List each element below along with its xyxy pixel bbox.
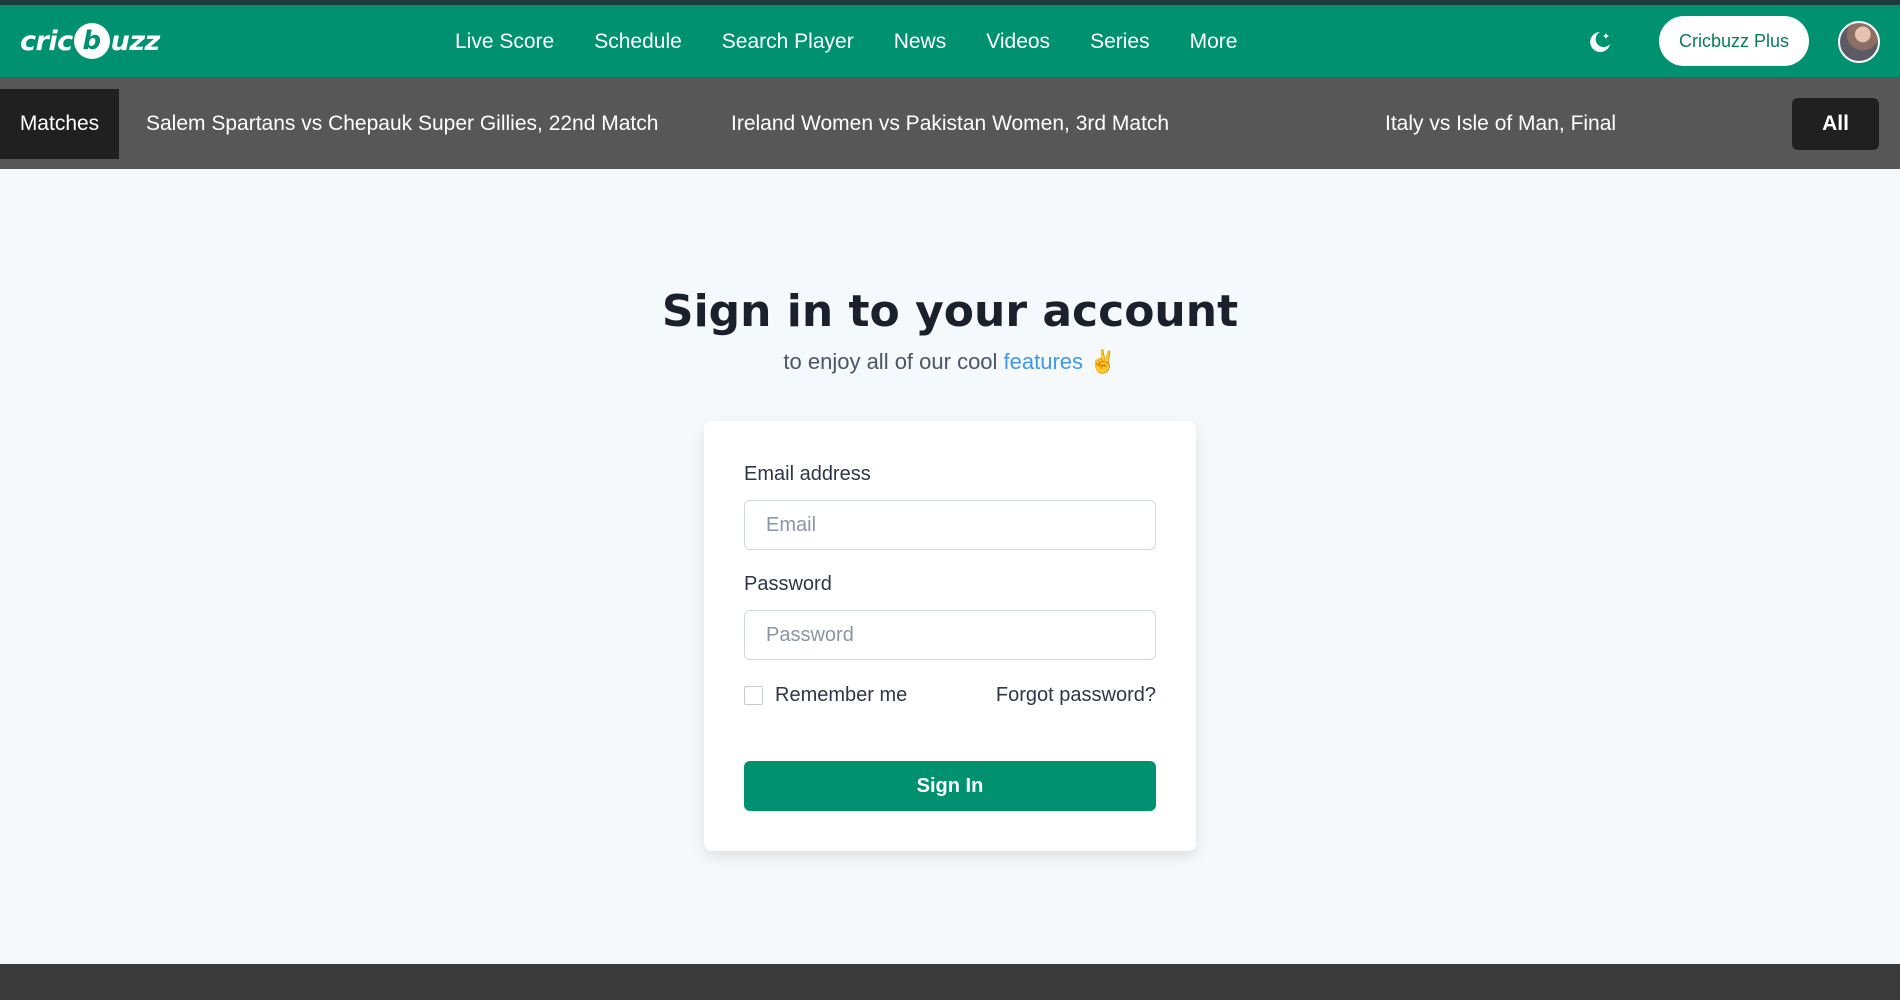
page-subtitle: to enjoy all of our cool features ✌️ bbox=[0, 349, 1900, 375]
logo-suffix: uzz bbox=[110, 25, 161, 57]
match-link[interactable]: Ireland Women vs Pakistan Women, 3rd Mat… bbox=[731, 78, 1169, 169]
password-field[interactable] bbox=[744, 610, 1156, 660]
matches-label: Matches bbox=[0, 89, 119, 159]
remember-me-label: Remember me bbox=[775, 684, 908, 706]
all-matches-button[interactable]: All bbox=[1792, 98, 1879, 150]
cricbuzz-plus-button[interactable]: Cricbuzz Plus bbox=[1659, 16, 1809, 66]
features-link[interactable]: features bbox=[1004, 349, 1084, 374]
subtitle-text: to enjoy all of our cool bbox=[783, 349, 1004, 374]
nav-videos[interactable]: Videos bbox=[986, 30, 1050, 54]
moon-icon[interactable] bbox=[1587, 29, 1613, 55]
signin-card: Email address Password Remember me Forgo… bbox=[704, 421, 1196, 851]
email-field[interactable] bbox=[744, 500, 1156, 550]
victory-hand-icon: ✌️ bbox=[1089, 349, 1117, 374]
remember-me-checkbox[interactable]: Remember me bbox=[744, 684, 907, 707]
nav-series[interactable]: Series bbox=[1090, 30, 1150, 54]
main-nav: Live Score Schedule Search Player News V… bbox=[455, 5, 1277, 78]
nav-more[interactable]: More bbox=[1190, 30, 1238, 54]
avatar[interactable] bbox=[1838, 21, 1880, 63]
nav-live-score[interactable]: Live Score bbox=[455, 30, 554, 54]
checkbox-box[interactable] bbox=[744, 686, 763, 705]
nav-news[interactable]: News bbox=[894, 30, 947, 54]
forgot-password-link[interactable]: Forgot password? bbox=[996, 684, 1156, 707]
top-navbar: cric b uzz Live Score Schedule Search Pl… bbox=[0, 5, 1900, 78]
logo-ball: b bbox=[73, 23, 110, 59]
logo-prefix: cric bbox=[20, 25, 73, 57]
email-label: Email address bbox=[744, 463, 871, 485]
nav-search-player[interactable]: Search Player bbox=[722, 30, 854, 54]
page-title: Sign in to your account bbox=[661, 286, 1239, 337]
cricbuzz-logo[interactable]: cric b uzz bbox=[20, 23, 160, 59]
footer-strip bbox=[0, 964, 1900, 1000]
sign-in-button[interactable]: Sign In bbox=[744, 761, 1156, 811]
nav-schedule[interactable]: Schedule bbox=[594, 30, 682, 54]
match-link[interactable]: Italy vs Isle of Man, Final bbox=[1385, 78, 1616, 169]
match-link[interactable]: Salem Spartans vs Chepauk Super Gillies,… bbox=[146, 78, 658, 169]
password-label: Password bbox=[744, 573, 832, 595]
match-ticker: Matches Salem Spartans vs Chepauk Super … bbox=[0, 78, 1900, 169]
